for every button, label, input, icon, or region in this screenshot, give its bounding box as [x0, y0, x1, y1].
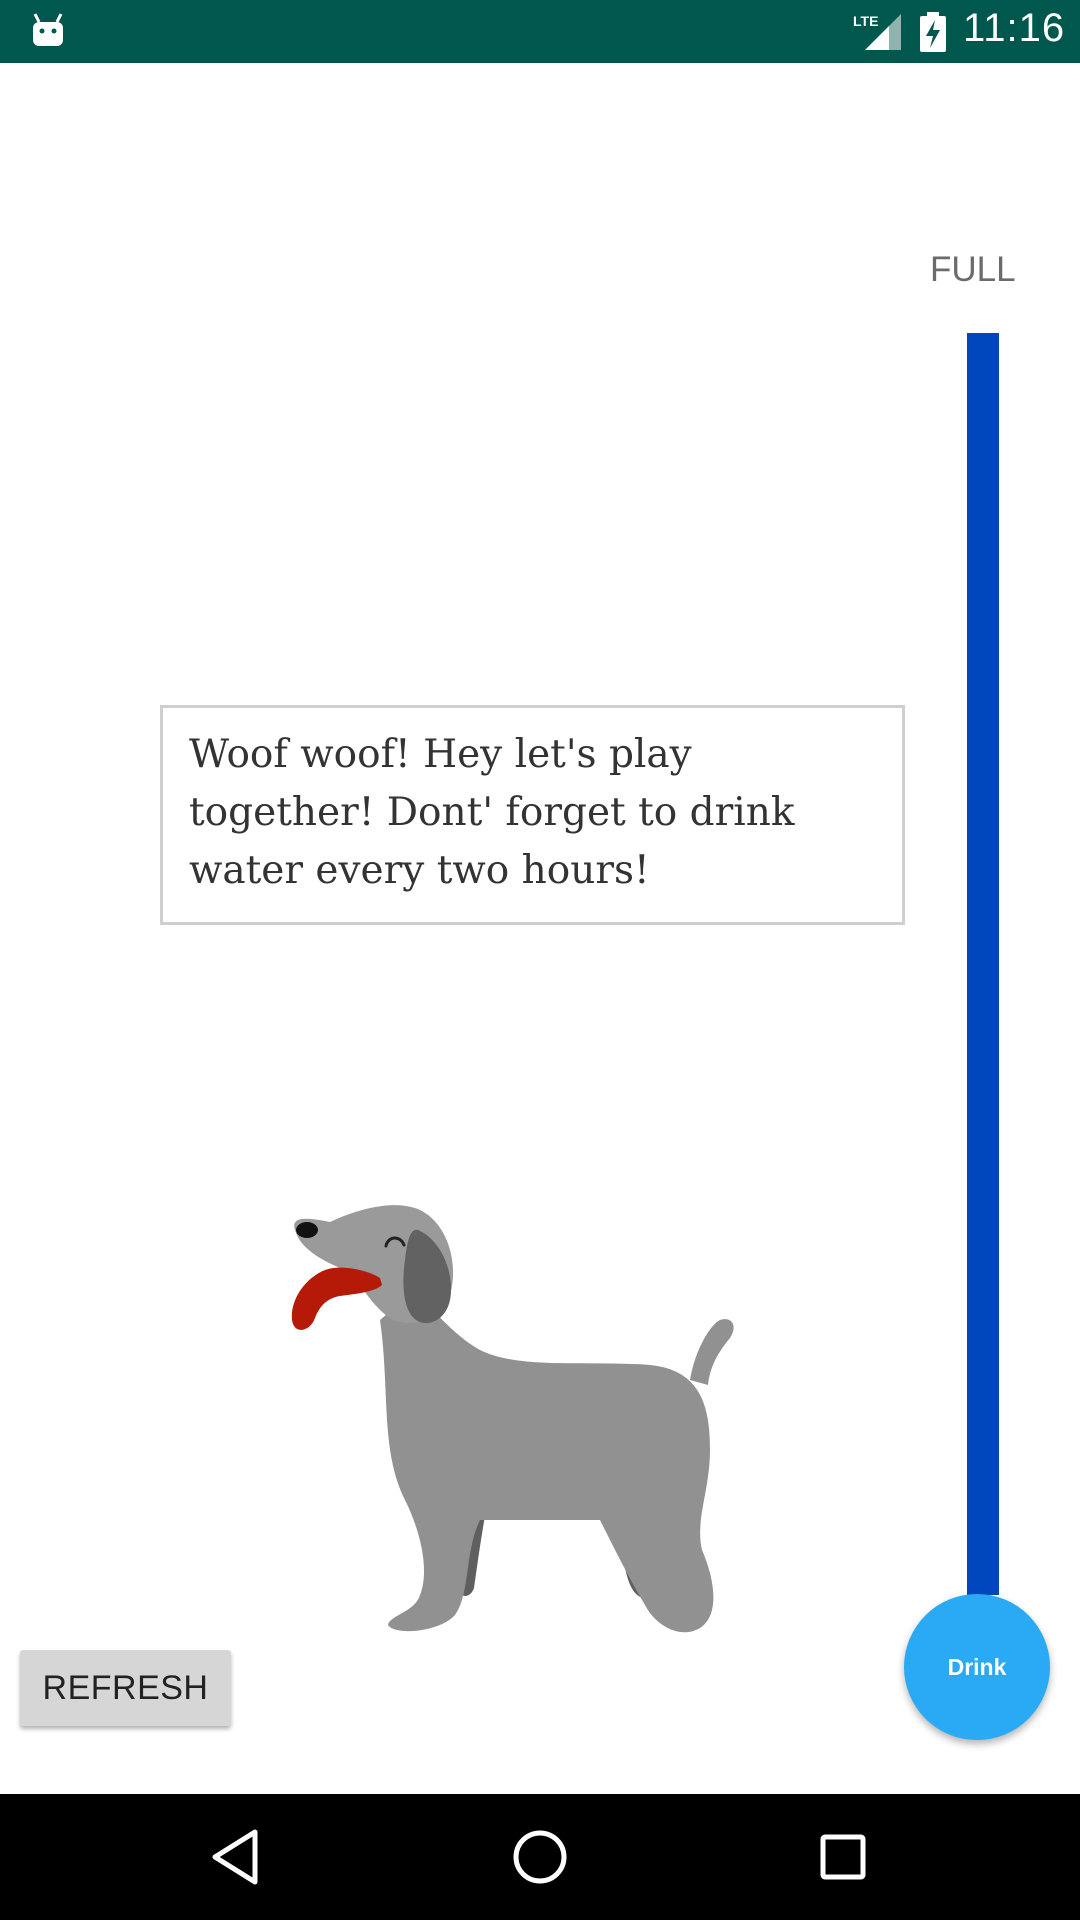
- lte-signal-icon: LTE: [853, 13, 901, 50]
- meter-full-label: FULL: [930, 250, 1016, 289]
- water-level-fill: [967, 333, 999, 1595]
- status-bar: LTE 11:16: [0, 0, 1080, 63]
- dog-illustration: [291, 1205, 734, 1633]
- home-icon[interactable]: [507, 1824, 573, 1890]
- navigation-bar: [0, 1794, 1080, 1920]
- drink-button[interactable]: Drink: [904, 1594, 1050, 1740]
- back-icon[interactable]: [203, 1824, 269, 1890]
- speech-message: Woof woof! Hey let's play together! Dont…: [189, 732, 795, 893]
- water-level-meter: [967, 333, 999, 1595]
- battery-charging-icon: [920, 12, 946, 52]
- speech-box: Woof woof! Hey let's play together! Dont…: [160, 705, 905, 925]
- refresh-button[interactable]: REFRESH: [20, 1650, 231, 1726]
- clock: 11:16: [963, 6, 1066, 50]
- lte-text: LTE: [853, 13, 878, 29]
- recents-icon[interactable]: [810, 1824, 876, 1890]
- android-icon: [33, 13, 63, 46]
